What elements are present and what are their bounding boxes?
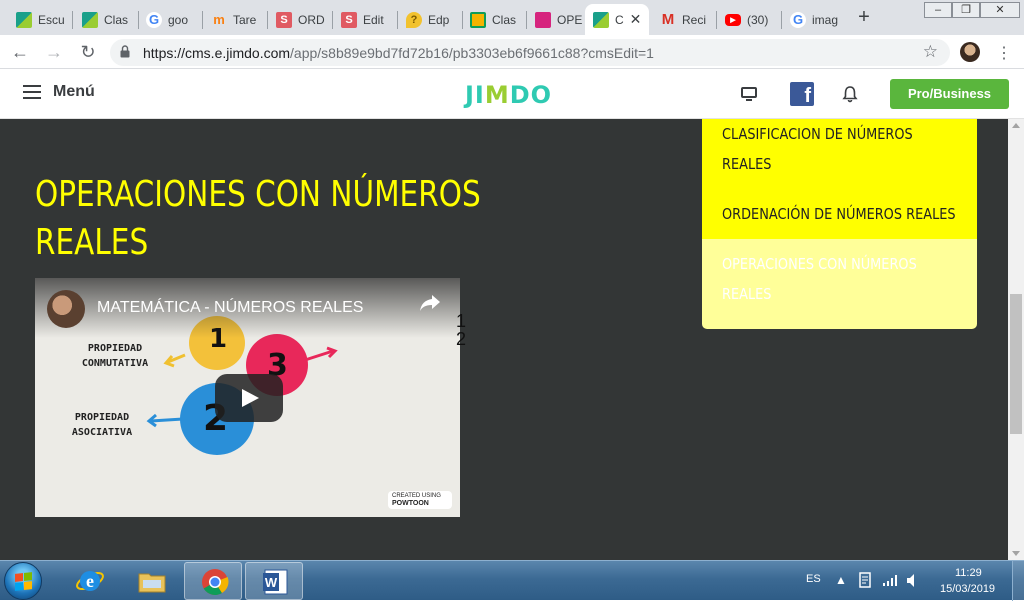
google-icon: G [146, 11, 162, 28]
edpuzzle-icon: ? [406, 11, 422, 28]
tab-google-images[interactable]: G imag [782, 4, 844, 35]
s-icon: S [276, 11, 292, 28]
browser-toolbar: ← → ↻ https://cms.e.jimdo.com/app/s8b89e… [0, 35, 1024, 69]
youtube-video-embed[interactable]: 1 3 2 PROPIEDAD CONMUTATIVA PROPIEDAD ASOC… [35, 278, 460, 517]
chrome-icon [202, 569, 229, 596]
taskbar-internet-explorer[interactable]: e [60, 562, 118, 600]
clock-date[interactable]: 15/03/2019 [940, 583, 995, 595]
network-signal-icon[interactable] [882, 574, 898, 587]
page-content: OPERACIONES CON NÚMEROS REALES 1 3 2 PRO… [0, 119, 1008, 560]
tab-edpuzzle[interactable]: ? Edp [398, 4, 460, 35]
video-title[interactable]: MATEMÁTICA - NÚMEROS REALES [97, 299, 363, 317]
internet-explorer-icon: e [76, 571, 104, 591]
youtube-icon: ▶ [725, 13, 741, 26]
url-text: https://cms.e.jimdo.com/app/s8b89e9bd7fd… [143, 45, 654, 61]
jimdo-icon [16, 11, 32, 28]
tab-classroom[interactable]: Clas [462, 4, 524, 35]
nav-item-ordenacion[interactable]: ORDENACIÓN DE NÚMEROS REALES [702, 189, 977, 239]
close-window-button[interactable]: ✕ [980, 2, 1020, 18]
tab-youtube[interactable]: ▶ (30) [717, 4, 779, 35]
hamburger-icon [23, 85, 41, 99]
tab-separator [72, 11, 73, 29]
tab-active-jimdo[interactable]: C ✕ [585, 4, 649, 35]
taskbar-file-explorer[interactable] [122, 562, 180, 600]
s-icon: S [341, 11, 357, 28]
tab-escu[interactable]: Escu [8, 4, 70, 35]
forward-button[interactable]: → [42, 40, 66, 64]
classroom-icon [470, 11, 486, 28]
back-button[interactable]: ← [8, 40, 32, 64]
nav-item-clasificacion[interactable]: CLASIFICACION DE NÚMEROS REALES [702, 119, 977, 189]
svg-text:e: e [86, 571, 94, 591]
label-asociativa: PROPIEDAD ASOCIATIVA [71, 412, 133, 438]
jimdo-logo: JIMDO [465, 81, 553, 109]
gmail-icon: M [661, 11, 675, 28]
restore-button[interactable]: ❐ [952, 2, 980, 18]
language-indicator[interactable]: ES [806, 573, 821, 585]
moodle-icon: m [213, 12, 225, 27]
folder-icon [138, 573, 166, 593]
play-button[interactable] [215, 374, 283, 422]
bell-icon[interactable] [842, 85, 858, 103]
minimize-button[interactable]: – [924, 2, 952, 18]
nav-item-operaciones[interactable]: OPERACIONES CON NÚMEROS REALES [702, 239, 977, 329]
browser-tab-strip: Escu Clas G goo m Tare S ORD S Edit ? Ed… [0, 0, 1024, 35]
pro-business-button[interactable]: Pro/Business [890, 79, 1009, 109]
share-icon[interactable] [419, 292, 441, 312]
navigation-dropdown: CLASIFICACION DE NÚMEROS REALES ORDENACI… [702, 119, 977, 329]
jimdo-header: Menú JIMDO f Pro/Business [0, 69, 1024, 119]
channel-avatar[interactable] [47, 290, 85, 328]
jimdo-icon [593, 11, 609, 28]
facebook-icon[interactable]: f [790, 82, 814, 107]
show-desktop-button[interactable] [1012, 561, 1024, 601]
tab-ope[interactable]: OPE [527, 4, 585, 35]
tab-clas-1[interactable]: Clas [74, 4, 136, 35]
menu-button[interactable]: Menú [23, 83, 95, 101]
label-conmutativa: PROPIEDAD CONMUTATIVA [81, 343, 149, 369]
pink-icon [535, 11, 551, 28]
word-icon: W [263, 569, 288, 595]
windows-logo-icon [15, 572, 32, 591]
taskbar-word[interactable]: W [245, 562, 303, 600]
jimdo-icon [82, 11, 98, 28]
lock-icon [120, 45, 130, 58]
powtoon-watermark: CREATED USING POWTOON [388, 491, 452, 509]
scroll-down-arrow-icon[interactable] [1012, 551, 1020, 556]
clock-time[interactable]: 11:29 [955, 567, 982, 579]
windows-taskbar: e W ES ▲ 11:29 15/03/2019 [0, 560, 1024, 601]
tab-google-search[interactable]: G goo [138, 4, 200, 35]
tab-ord[interactable]: S ORD [268, 4, 330, 35]
profile-avatar[interactable] [960, 42, 980, 62]
page-scrollbar[interactable] [1008, 119, 1024, 560]
svg-text:W: W [265, 575, 278, 590]
volume-icon[interactable] [906, 573, 920, 588]
scroll-up-arrow-icon[interactable] [1012, 123, 1020, 128]
scroll-thumb[interactable] [1010, 294, 1022, 434]
taskbar-chrome[interactable] [184, 562, 242, 600]
page-title: OPERACIONES CON NÚMEROS REALES [35, 174, 481, 263]
google-icon: G [790, 11, 806, 28]
show-hidden-icons[interactable]: ▲ [835, 573, 847, 587]
new-tab-button[interactable]: + [853, 6, 875, 28]
desktop-preview-icon[interactable] [741, 86, 757, 102]
tab-tare[interactable]: m Tare [203, 4, 265, 35]
tab-edit[interactable]: S Edit [333, 4, 395, 35]
reload-button[interactable]: ↻ [76, 40, 100, 64]
overflow-text: 1 2 [456, 311, 467, 349]
action-center-icon[interactable] [858, 572, 872, 588]
address-bar[interactable]: https://cms.e.jimdo.com/app/s8b89e9bd7fd… [110, 39, 950, 66]
start-button[interactable] [4, 562, 42, 600]
tab-gmail[interactable]: M Reci [652, 4, 714, 35]
bookmark-star-icon[interactable]: ☆ [923, 42, 938, 62]
browser-menu-icon[interactable]: ⋮ [996, 43, 1012, 63]
close-tab-icon[interactable]: ✕ [630, 11, 642, 28]
